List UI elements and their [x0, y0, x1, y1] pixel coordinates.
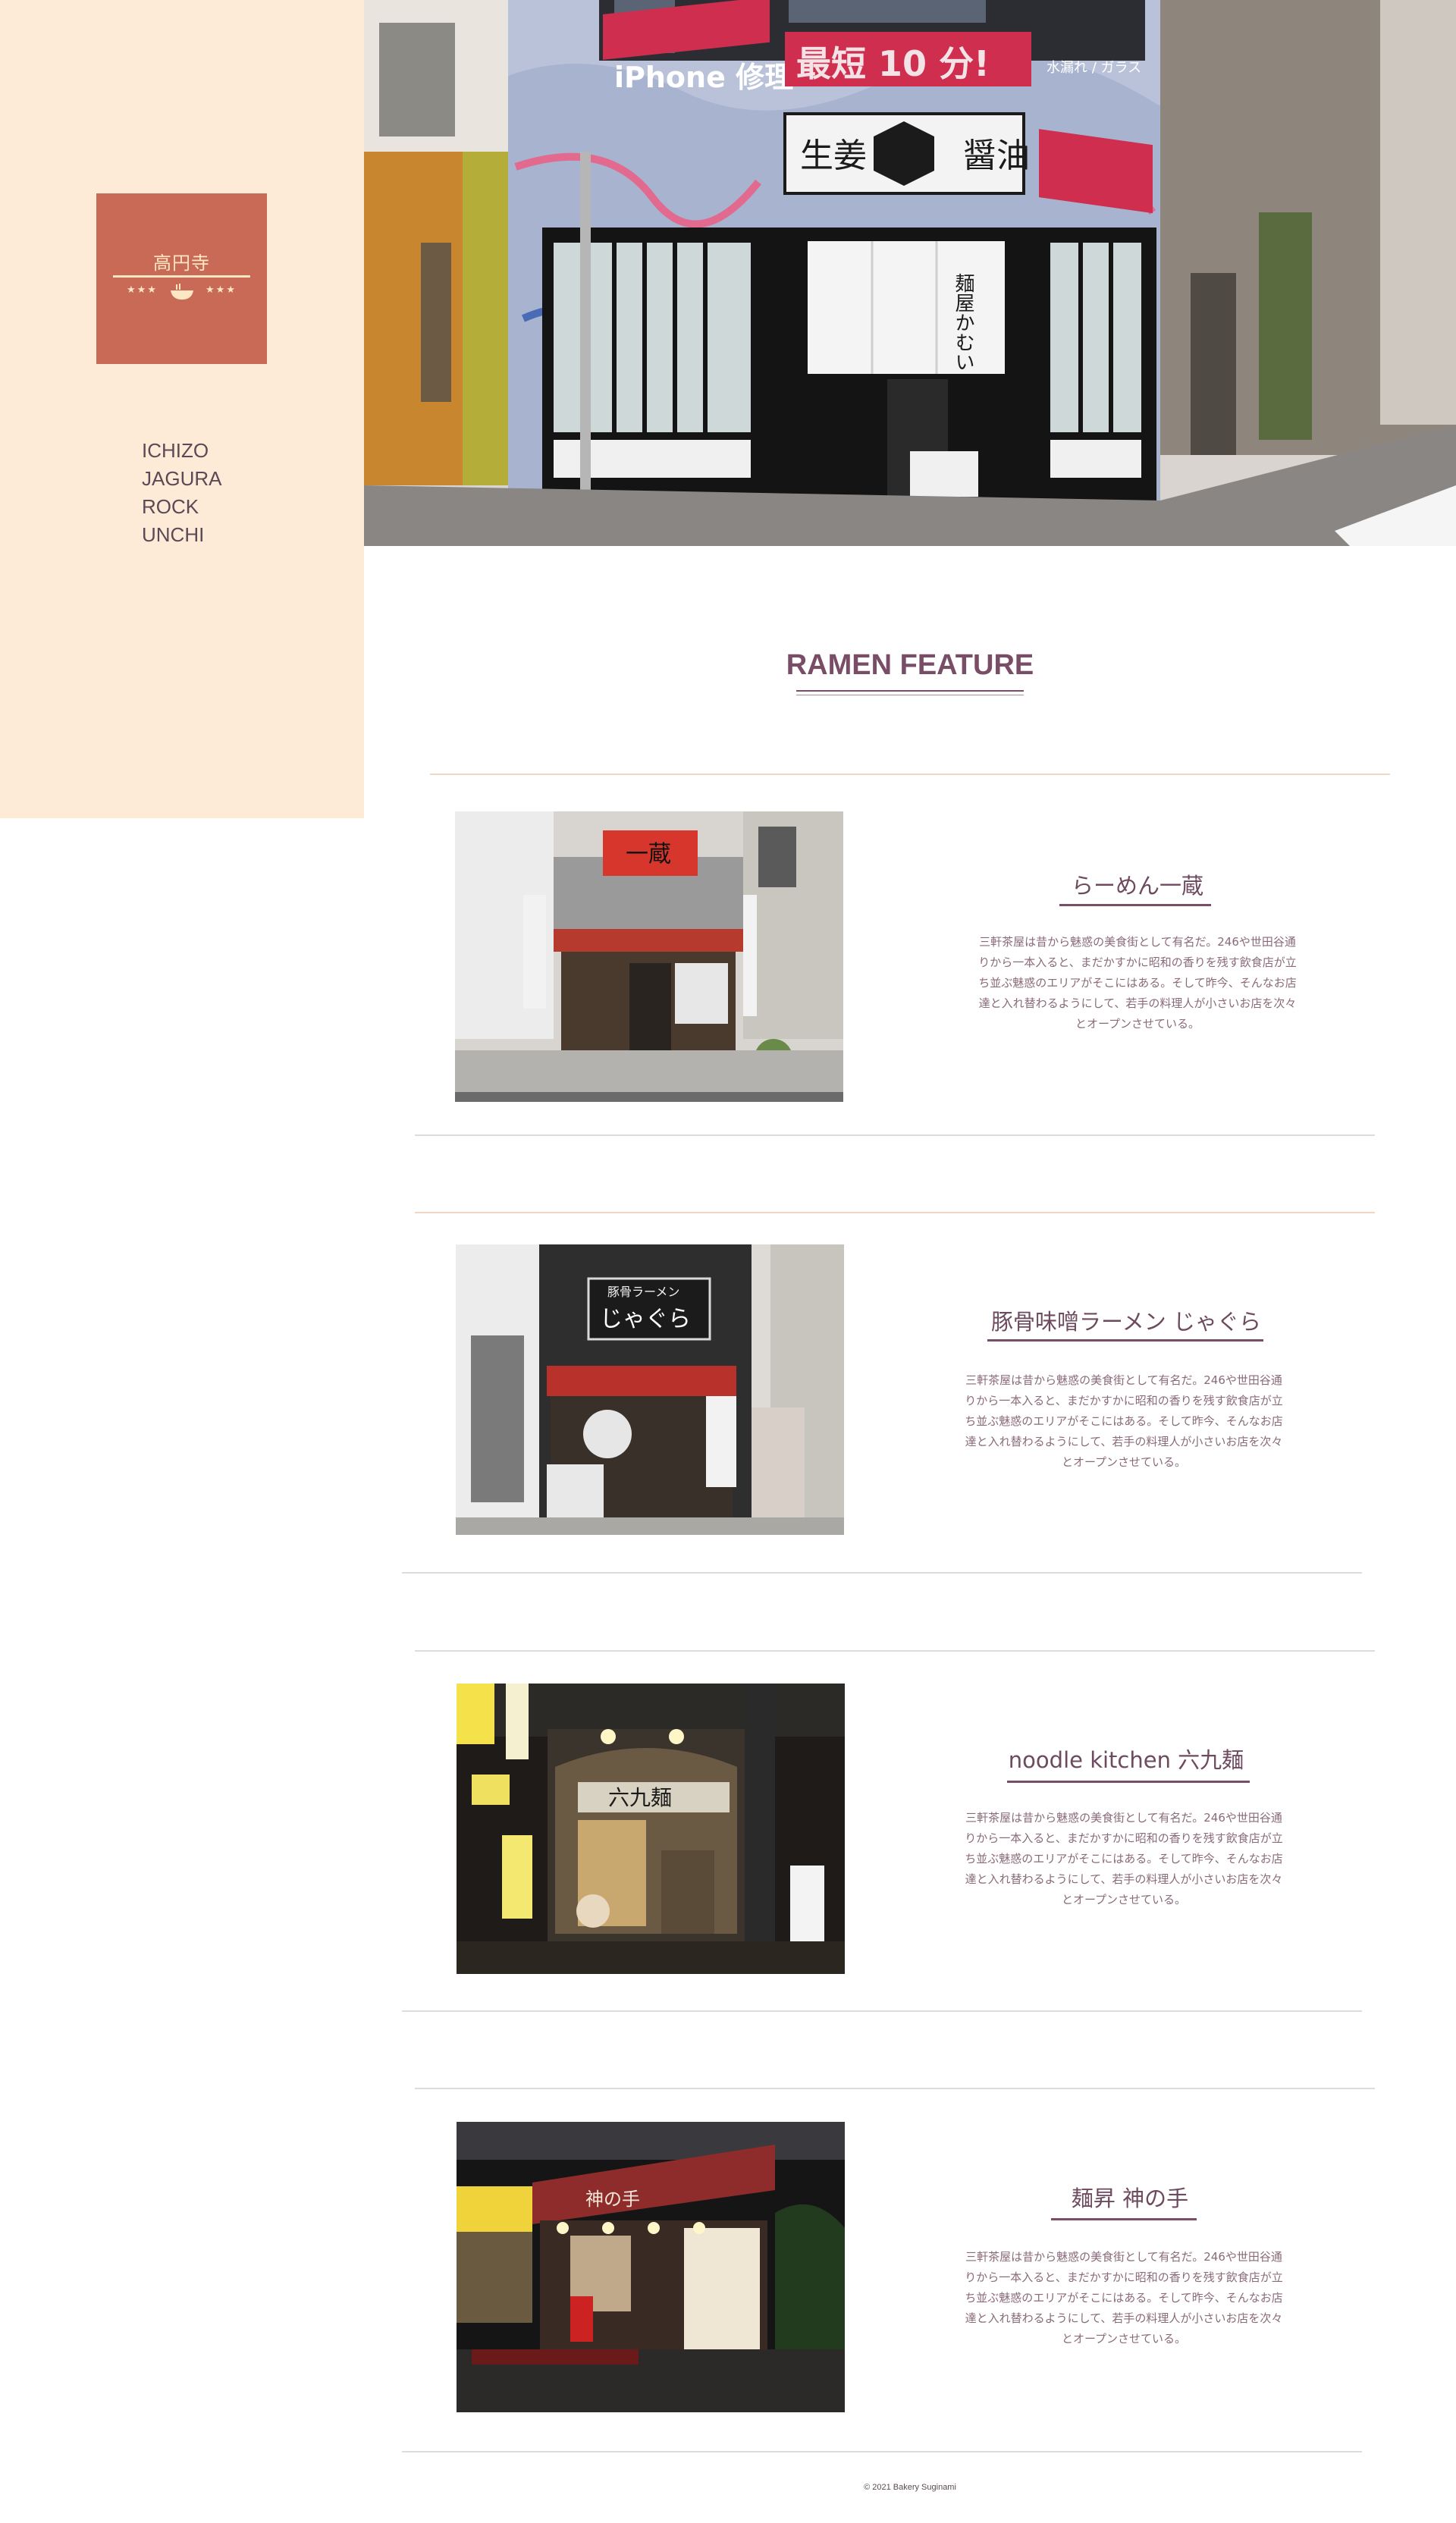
section-title-underline [796, 690, 1024, 692]
logo-title: 高円寺 [153, 253, 210, 274]
desc-line: りから一本入ると、まだかすかに昭和の香りを残す飲食店が立 [978, 956, 1297, 969]
desc-line: 達と入れ替わるようにして、若手の料理人が小さいお店を次々 [965, 1872, 1283, 1886]
sidebar: 高円寺 ★★★ ★★★ ICHIZO JAGURA ROCK UNCHI [0, 0, 364, 818]
feature-name-jagura: 豚骨味噌ラーメン じゃぐら [990, 1309, 1262, 1335]
sign-repair: iPhone 修理 [614, 61, 793, 94]
desc-line: とオープンさせている。 [1075, 1017, 1200, 1031]
feature-desc-jagura: 三軒茶屋は昔から魅惑の美食街として有名だ。246や世田谷通 りから一本入ると、ま… [949, 1370, 1298, 1473]
desc-line: 三軒茶屋は昔から魅惑の美食街として有名だ。246や世田谷通 [965, 1811, 1282, 1825]
logo-stars-right: ★★★ [206, 284, 237, 296]
desc-line: 三軒茶屋は昔から魅惑の美食街として有名だ。246や世田谷通 [965, 1373, 1282, 1387]
logo-divider [113, 275, 250, 278]
feature-photo-jagura: 豚骨ラーメン じゃぐら [456, 1244, 844, 1535]
feature-name-rokkumen: noodle kitchen 六九麺 [1008, 1747, 1244, 1773]
desc-line: 三軒茶屋は昔から魅惑の美食街として有名だ。246や世田谷通 [979, 935, 1296, 949]
sign-fastest: 最短 10 分! [796, 43, 990, 84]
site-logo[interactable]: 高円寺 ★★★ ★★★ [96, 193, 267, 364]
sidebar-nav: ICHIZO JAGURA ROCK UNCHI [142, 437, 221, 549]
logo-stars-left: ★★★ [127, 284, 158, 296]
feature-name-underline [1059, 904, 1211, 906]
hero-photo: iPhone 修理 最短 10 分! 水漏れ / ガラス 生姜 醤油 麺屋かむい [364, 0, 1456, 546]
desc-line: りから一本入ると、まだかすかに昭和の香りを残す飲食店が立 [965, 1831, 1283, 1845]
noren-text: 麺屋かむい [952, 273, 974, 372]
feature-name-kaminote: 麺昇 神の手 [1071, 2186, 1189, 2211]
feature-sign-text: じゃぐら [600, 1306, 691, 1332]
desc-line: とオープンさせている。 [1061, 1455, 1187, 1469]
desc-line: ち並ぶ魅惑のエリアがそこにはある。そして昨今、そんなお店 [978, 976, 1297, 990]
feature-name-underline [1051, 2218, 1197, 2220]
section-title: RAMEN FEATURE [786, 649, 1034, 681]
board-soy: 醤油 [963, 137, 1030, 175]
feature-name-underline [987, 1339, 1263, 1342]
desc-line: ち並ぶ魅惑のエリアがそこにはある。そして昨今、そんなお店 [965, 1852, 1283, 1866]
desc-line: りから一本入ると、まだかすかに昭和の香りを残す飲食店が立 [965, 1394, 1283, 1407]
feature-sign-text: 一蔵 [626, 841, 671, 868]
desc-line: ち並ぶ魅惑のエリアがそこにはある。そして昨今、そんなお店 [965, 2291, 1283, 2305]
nav-item-rock[interactable]: ROCK [142, 493, 221, 521]
feature-name-underline [1007, 1781, 1250, 1783]
desc-line: 達と入れ替わるようにして、若手の料理人が小さいお店を次々 [965, 1435, 1283, 1448]
nav-item-ichizo[interactable]: ICHIZO [142, 437, 221, 465]
sign-side: 水漏れ / ガラス [1046, 60, 1141, 76]
hero-storefront-illustration: iPhone 修理 最短 10 分! 水漏れ / ガラス 生姜 醤油 麺屋かむい [364, 0, 1456, 546]
nav-item-unchi[interactable]: UNCHI [142, 521, 221, 549]
feature-desc-rokkumen: 三軒茶屋は昔から魅惑の美食街として有名だ。246や世田谷通 りから一本入ると、ま… [949, 1808, 1298, 1910]
feature-photo-rokkumen: 六九麺 [457, 1684, 845, 1974]
desc-line: 達と入れ替わるようにして、若手の料理人が小さいお店を次々 [978, 996, 1297, 1010]
feature-sign-text: 六九麺 [608, 1785, 672, 1810]
feature-photo-ichizo: 一蔵 [455, 811, 843, 1102]
ramen-bowl-icon [171, 284, 193, 300]
divider [415, 1212, 1375, 1213]
divider [430, 774, 1390, 775]
divider [415, 1134, 1375, 1136]
divider [402, 2451, 1362, 2452]
desc-line: ち並ぶ魅惑のエリアがそこにはある。そして昨今、そんなお店 [965, 1414, 1283, 1428]
divider [402, 2010, 1362, 2012]
feature-sign-sub: 豚骨ラーメン [607, 1285, 679, 1299]
desc-line: 達と入れ替わるようにして、若手の料理人が小さいお店を次々 [965, 2311, 1283, 2325]
desc-line: とオープンさせている。 [1061, 2332, 1187, 2346]
divider [415, 1650, 1375, 1652]
feature-sign-text: 神の手 [585, 2189, 640, 2210]
desc-line: りから一本入ると、まだかすかに昭和の香りを残す飲食店が立 [965, 2270, 1283, 2284]
desc-line: とオープンさせている。 [1061, 1893, 1187, 1906]
divider [415, 2088, 1375, 2089]
feature-photo-kaminote: 神の手 [457, 2122, 845, 2412]
feature-desc-kaminote: 三軒茶屋は昔から魅惑の美食街として有名だ。246や世田谷通 りから一本入ると、ま… [949, 2247, 1298, 2349]
board-ginger: 生姜 [800, 137, 867, 175]
feature-desc-ichizo: 三軒茶屋は昔から魅惑の美食街として有名だ。246や世田谷通 りから一本入ると、ま… [963, 932, 1312, 1034]
desc-line: 三軒茶屋は昔から魅惑の美食街として有名だ。246や世田谷通 [965, 2250, 1282, 2264]
divider [402, 1572, 1362, 1574]
footer-copyright: © 2021 Bakery Suginami [864, 2483, 956, 2492]
feature-name-ichizo: らーめん一蔵 [1071, 873, 1203, 899]
nav-item-jagura[interactable]: JAGURA [142, 465, 221, 493]
